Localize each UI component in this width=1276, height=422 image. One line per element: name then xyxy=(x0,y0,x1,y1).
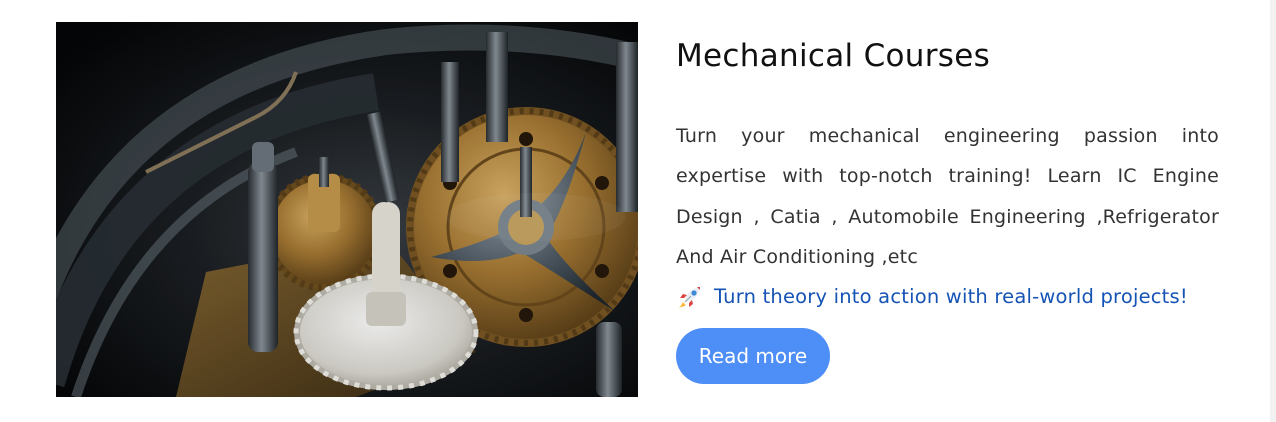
course-image xyxy=(56,22,638,397)
read-more-button[interactable]: Read more xyxy=(676,327,830,384)
course-highlight: Turn theory into action with real-world … xyxy=(676,282,1219,312)
course-description: Turn your mechanical engineering passion… xyxy=(676,125,1219,269)
course-title: Mechanical Courses xyxy=(676,38,991,74)
scrollbar-track[interactable] xyxy=(1270,0,1276,422)
gear-mechanism-photo xyxy=(56,22,638,397)
course-card-section: Mechanical Courses Turn your mechanical … xyxy=(0,0,1276,422)
highlight-text: Turn theory into action with real-world … xyxy=(714,284,1188,308)
rocket-icon xyxy=(676,283,704,311)
course-content: Mechanical Courses Turn your mechanical … xyxy=(676,36,1219,384)
